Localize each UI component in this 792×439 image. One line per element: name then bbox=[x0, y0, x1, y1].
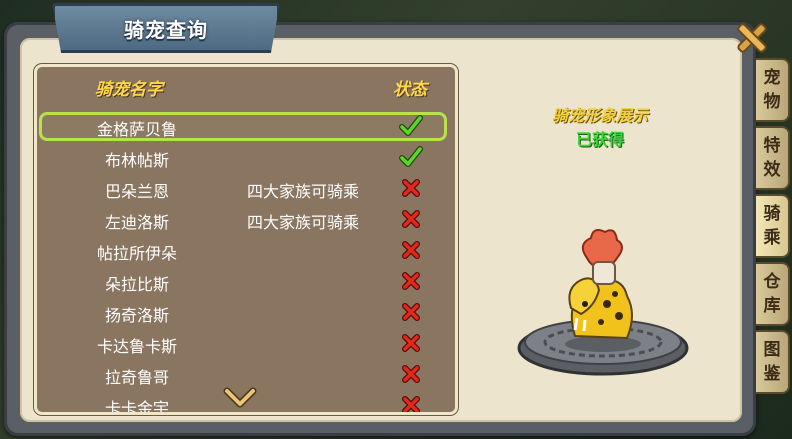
tab-label-char: 效 bbox=[763, 160, 781, 180]
mount-note: 四大家族可骑乘 bbox=[246, 213, 359, 232]
header-status: 状态 bbox=[393, 80, 427, 100]
tab-storage[interactable]: 仓库 bbox=[756, 262, 790, 326]
list-item[interactable]: 卡达鲁卡斯 bbox=[37, 328, 455, 359]
side-tabs: 宠物特效骑乘仓库图鉴 bbox=[756, 58, 792, 438]
mount-name: 卡卡金宇 bbox=[104, 399, 169, 415]
cross-icon bbox=[397, 330, 425, 356]
mount-name: 左迪洛斯 bbox=[104, 213, 169, 232]
list-item[interactable]: 左迪洛斯 四大家族可骑乘 bbox=[37, 204, 455, 235]
tab-label-char: 乘 bbox=[763, 228, 781, 248]
mount-name: 卡达鲁卡斯 bbox=[96, 337, 177, 356]
tab-label-char: 图 bbox=[763, 340, 781, 360]
tab-mounts[interactable]: 骑乘 bbox=[756, 194, 790, 258]
check-icon bbox=[397, 113, 425, 139]
mount-name: 金格萨贝鲁 bbox=[96, 120, 177, 139]
cross-icon bbox=[397, 206, 425, 232]
mount-preview-image bbox=[517, 229, 689, 376]
tab-effects[interactable]: 特效 bbox=[756, 126, 790, 190]
mount-name: 布林帖斯 bbox=[104, 151, 169, 170]
mount-name: 帖拉所伊朵 bbox=[96, 244, 177, 263]
tab-label-char: 物 bbox=[763, 92, 781, 112]
tab-label-char: 鉴 bbox=[763, 364, 781, 384]
close-icon[interactable] bbox=[734, 20, 770, 56]
cross-icon bbox=[397, 268, 425, 294]
list-item[interactable]: 巴朵兰恩 四大家族可骑乘 bbox=[37, 173, 455, 204]
mount-name: 巴朵兰恩 bbox=[104, 182, 169, 201]
preview-title: 骑宠形象展示 bbox=[551, 106, 648, 125]
list-header: 骑宠名字 状态 bbox=[37, 67, 455, 105]
preview-status: 已获得 bbox=[575, 130, 624, 149]
cross-icon bbox=[397, 299, 425, 325]
cross-icon bbox=[397, 392, 425, 412]
check-icon bbox=[397, 144, 425, 170]
tab-label-char: 库 bbox=[763, 296, 781, 316]
header-mount-name: 骑宠名字 bbox=[95, 80, 163, 100]
list-item[interactable]: 拉奇鲁哥 bbox=[37, 359, 455, 390]
cross-icon bbox=[397, 361, 425, 387]
cross-icon bbox=[397, 175, 425, 201]
dialog-title: 骑宠查询 bbox=[124, 17, 208, 42]
list-item[interactable]: 朵拉比斯 bbox=[37, 266, 455, 297]
cross-icon bbox=[397, 237, 425, 263]
mount-note: 四大家族可骑乘 bbox=[246, 182, 359, 201]
tab-label-char: 特 bbox=[763, 136, 781, 156]
tab-label-char: 仓 bbox=[763, 272, 781, 292]
tab-codex[interactable]: 图鉴 bbox=[756, 330, 790, 394]
tab-label-char: 骑 bbox=[763, 204, 781, 224]
title-plate: 骑宠查询 bbox=[52, 3, 280, 53]
mount-list-panel: 骑宠名字 状态 金格萨贝鲁 布林帖斯 巴朵兰恩 四大家族可骑乘 左迪洛斯 四大家族可骑乘帖… bbox=[34, 64, 458, 415]
mount-list: 金格萨贝鲁 布林帖斯 巴朵兰恩 四大家族可骑乘 左迪洛斯 四大家族可骑乘 帖拉所伊朵 朵拉比斯… bbox=[37, 111, 455, 415]
list-item[interactable]: 金格萨贝鲁 bbox=[37, 111, 455, 142]
mount-name: 朵拉比斯 bbox=[104, 275, 169, 294]
tab-label-char: 宠 bbox=[763, 68, 781, 88]
list-item[interactable]: 帖拉所伊朵 bbox=[37, 235, 455, 266]
mount-name: 扬奇洛斯 bbox=[104, 306, 169, 325]
mount-name: 拉奇鲁哥 bbox=[104, 368, 169, 387]
list-item[interactable]: 扬奇洛斯 bbox=[37, 297, 455, 328]
list-item[interactable]: 布林帖斯 bbox=[37, 142, 455, 173]
tab-pets[interactable]: 宠物 bbox=[756, 58, 790, 122]
chevron-down-icon[interactable] bbox=[223, 387, 257, 409]
